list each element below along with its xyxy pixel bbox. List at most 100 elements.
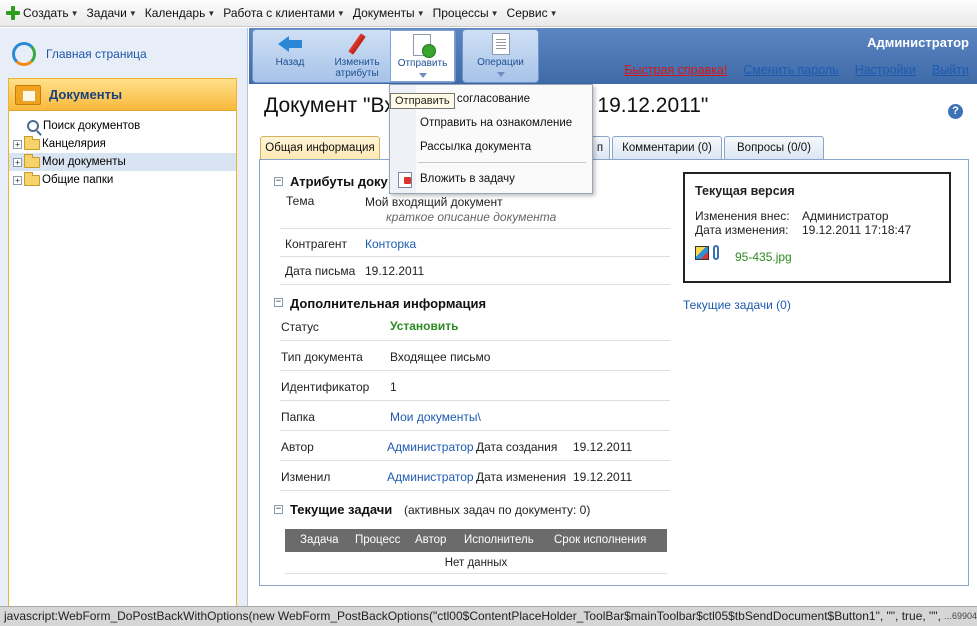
paperclip-icon[interactable] (713, 245, 719, 260)
toolbar-group-ops: Операции (462, 29, 539, 83)
menu-service[interactable]: Сервис ▼ (507, 6, 558, 20)
change-password-link[interactable]: Сменить пароль (743, 63, 838, 77)
column-deadline[interactable]: Срок исполнения (554, 534, 646, 546)
caret-down-icon: ▼ (70, 8, 79, 18)
back-button[interactable]: Назад (255, 30, 325, 82)
tab-questions[interactable]: Вопросы (0/0) (724, 136, 824, 159)
subject-value: Мой входящий документ (365, 195, 503, 209)
menu-tasks-label: Задачи (86, 6, 127, 20)
menu-calendar-label: Календарь (144, 6, 206, 20)
counterparty-link[interactable]: Конторка (365, 237, 416, 251)
documents-icon (15, 84, 41, 105)
main-menubar: Создать ▼ Задачи ▼ Календарь ▼ Работа с кли… (0, 0, 977, 27)
edit-attributes-button[interactable]: Изменить атрибуты (325, 30, 389, 82)
image-file-icon[interactable] (695, 246, 709, 260)
menu-clients[interactable]: Работа с клиентами ▼ (223, 6, 345, 20)
caret-down-icon: ▼ (549, 8, 558, 18)
column-task[interactable]: Задача (300, 534, 339, 546)
row-divider (280, 430, 670, 431)
column-executor[interactable]: Исполнитель (464, 534, 534, 546)
folder-icon (24, 135, 40, 150)
folder-icon (24, 171, 40, 186)
folder-link[interactable]: Мои документы\ (390, 410, 481, 424)
expand-plus-icon[interactable]: + (13, 175, 22, 185)
operations-button[interactable]: Операции (465, 30, 536, 82)
letter-date-value: 19.12.2011 (365, 264, 425, 278)
menu-item-mailing[interactable]: Рассылка документа (420, 141, 531, 153)
author-link[interactable]: Администратор (387, 440, 474, 454)
back-arrow-icon (278, 36, 302, 52)
left-sidebar: Главная страница Документы Поиск докумен… (0, 28, 248, 626)
collapse-minus-icon[interactable]: − (274, 505, 283, 514)
tab-general[interactable]: Общая информация (260, 136, 380, 159)
help-icon[interactable]: ? (948, 104, 963, 119)
subject-hint: краткое описание документа (386, 210, 557, 224)
changed-by-label: Изменил (281, 470, 331, 484)
tree-item-search[interactable]: Поиск документов (9, 117, 236, 135)
version-file-link[interactable]: 95-435.jpg (735, 250, 792, 264)
current-version-box: Текущая версия Изменения внес: Администр… (683, 172, 951, 283)
caret-down-icon: ▼ (128, 8, 137, 18)
document-icon (491, 33, 510, 55)
tree-item-shared-folders[interactable]: + Общие папки (9, 171, 236, 189)
expand-plus-icon[interactable]: + (13, 139, 22, 149)
version-date-label: Дата изменения: (695, 223, 789, 237)
tasks-section-title: Текущие задачи (290, 502, 393, 517)
menu-tasks[interactable]: Задачи ▼ (87, 6, 137, 20)
pencil-icon (348, 33, 366, 55)
collapse-minus-icon[interactable]: − (274, 177, 283, 186)
status-bar-text: javascript:WebForm_DoPostBackWithOptions… (4, 609, 949, 623)
tab-hidden[interactable]: п (590, 136, 610, 159)
menu-create[interactable]: Создать ▼ (6, 6, 79, 20)
menu-documents-label: Документы (352, 6, 415, 20)
menu-item-send-review[interactable]: Отправить на ознакомление (420, 117, 572, 129)
tasks-table: Задача Процесс Автор Исполнитель Срок ис… (285, 529, 667, 574)
changed-value: 19.12.2011 (573, 470, 633, 484)
logout-link[interactable]: Выйти (932, 63, 969, 77)
caret-down-icon: ▼ (416, 8, 425, 18)
row-divider (280, 256, 670, 257)
menu-clients-label: Работа с клиентами (223, 6, 335, 20)
send-tooltip: Отправить (390, 93, 455, 109)
menu-separator (418, 162, 586, 163)
page-title-head: Документ "Вх (264, 94, 395, 117)
home-logo-icon (12, 42, 36, 66)
tasks-subtitle: (активных задач по документу: 0) (404, 503, 591, 517)
row-divider (280, 284, 670, 285)
created-label: Дата создания (476, 440, 558, 454)
expand-plus-icon[interactable]: + (13, 157, 22, 167)
menu-calendar[interactable]: Календарь ▼ (145, 6, 216, 20)
letter-date-label: Дата письма (285, 264, 356, 278)
operations-button-label: Операции (477, 57, 524, 68)
menu-processes[interactable]: Процессы ▼ (433, 6, 499, 20)
quick-help-link[interactable]: Быстрая справка! (624, 63, 727, 77)
caret-down-icon: ▼ (207, 8, 216, 18)
folder-icon (24, 153, 40, 168)
status-label: Статус (281, 320, 319, 334)
documents-panel-header[interactable]: Документы (9, 79, 236, 111)
tree-item-label: Поиск документов (43, 120, 141, 132)
plus-icon (6, 6, 20, 20)
collapse-minus-icon[interactable]: − (274, 298, 283, 307)
browser-status-bar: javascript:WebForm_DoPostBackWithOptions… (0, 606, 977, 626)
settings-link[interactable]: Настройки (855, 63, 916, 77)
set-status-link[interactable]: Установить (390, 319, 459, 333)
menu-documents[interactable]: Документы ▼ (353, 6, 425, 20)
tab-comments[interactable]: Комментарии (0) (612, 136, 722, 159)
caret-down-icon: ▼ (336, 8, 345, 18)
dropdown-arrow-icon (496, 72, 505, 77)
column-author[interactable]: Автор (415, 534, 446, 546)
tasks-empty-message: Нет данных (285, 552, 667, 574)
menu-item-attach-task[interactable]: Вложить в задачу (420, 173, 515, 185)
tree-item-office[interactable]: + Канцелярия (9, 135, 236, 153)
send-button[interactable]: Отправить (390, 30, 455, 82)
current-tasks-link[interactable]: Текущие задачи (0) (683, 298, 791, 312)
version-changed-by-label: Изменения внес: (695, 209, 790, 223)
tree-item-label: Канцелярия (42, 138, 106, 150)
tree-item-my-documents[interactable]: + Мои документы (9, 153, 236, 171)
documents-panel: Документы Поиск документов + Канцелярия … (8, 78, 237, 626)
column-process[interactable]: Процесс (355, 534, 400, 546)
changed-label: Дата изменения (476, 470, 567, 484)
changed-by-link[interactable]: Администратор (387, 470, 474, 484)
home-link[interactable]: Главная страница (12, 42, 147, 66)
